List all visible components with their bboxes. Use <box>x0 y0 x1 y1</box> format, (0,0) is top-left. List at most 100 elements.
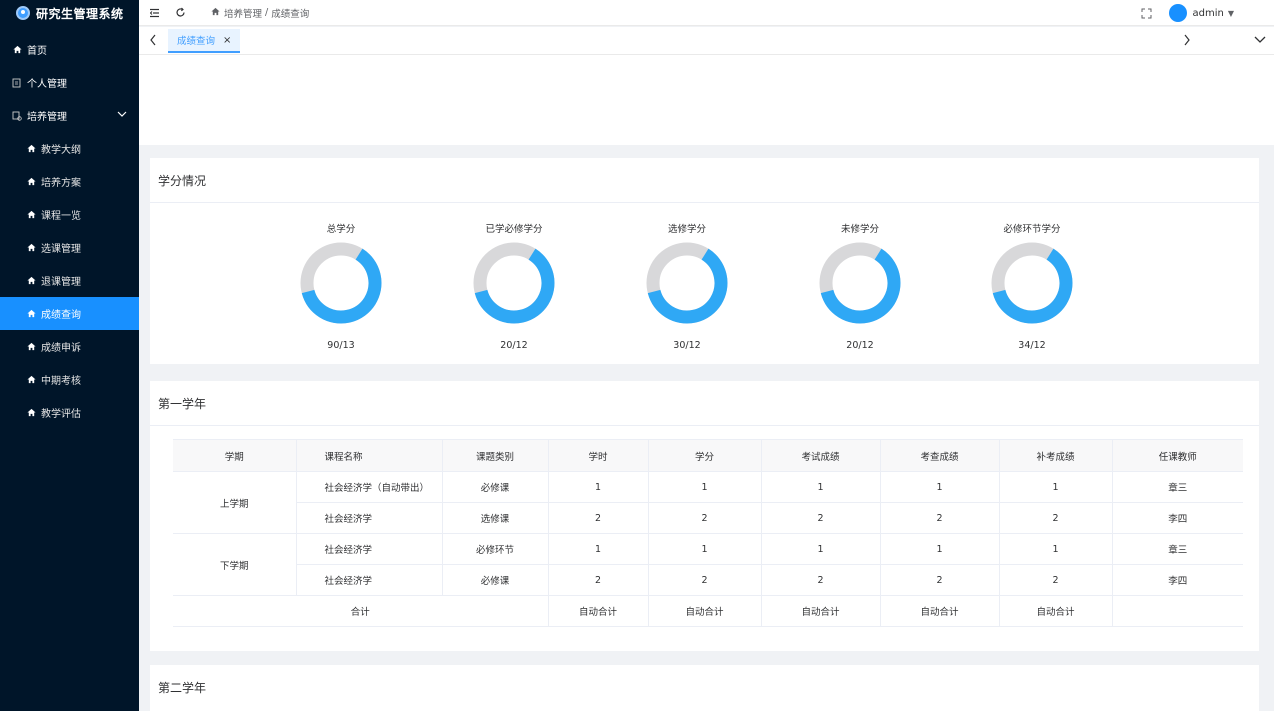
breadcrumb-item[interactable]: 培养管理 <box>224 6 262 20</box>
logo-icon <box>16 6 30 20</box>
column-header: 考查成绩 <box>880 439 1000 472</box>
table-row: 上学期 社会经济学（自动带出） 必修课 1 1 1 1 1 章三 <box>173 471 1243 534</box>
table-cell: 1 <box>761 471 881 503</box>
column-header: 任课教师 <box>1112 439 1243 472</box>
sidebar-item-label: 培养管理 <box>27 112 67 123</box>
donut-label: 未修学分 <box>840 224 879 235</box>
table-cell: 社会经济学 <box>296 502 443 534</box>
table-row: 下学期 社会经济学 必修环节 1 1 1 1 1 章三 <box>173 533 1243 596</box>
donut-value: 20/12 <box>846 340 874 351</box>
donut-label: 必修环节学分 <box>1003 224 1061 235</box>
table-cell: 自动合计 <box>648 595 762 627</box>
menu-fold-icon[interactable] <box>149 7 161 19</box>
app-logo: 研究生管理系统 <box>0 0 139 26</box>
sidebar-item-course-drop[interactable]: 退课管理 <box>0 264 139 297</box>
column-header: 考试成绩 <box>761 439 881 472</box>
refresh-icon[interactable] <box>174 7 186 19</box>
donut-chart <box>473 242 555 324</box>
table-cell: 1 <box>999 533 1113 565</box>
sidebar-item-training-plan[interactable]: 培养方案 <box>0 165 139 198</box>
fullscreen-icon[interactable] <box>1141 7 1153 19</box>
table-cell: 李四 <box>1112 564 1243 596</box>
home-icon <box>26 276 36 286</box>
home-icon <box>26 309 36 319</box>
table-cell: 李四 <box>1112 502 1243 534</box>
avatar[interactable] <box>1168 4 1187 22</box>
table-cell: 1 <box>648 471 762 503</box>
sidebar-item-course-selection[interactable]: 选课管理 <box>0 231 139 264</box>
donut-required-credits: 已学必修学分 20/12 <box>454 204 574 351</box>
card-title: 第二学年 <box>158 681 207 695</box>
username[interactable]: admin <box>1193 8 1224 19</box>
home-icon <box>26 144 36 154</box>
home-icon <box>26 210 36 220</box>
chevron-left-icon[interactable] <box>147 34 159 46</box>
app-title: 研究生管理系统 <box>36 6 124 21</box>
chevron-up-icon[interactable] <box>117 110 127 121</box>
sidebar-item-training[interactable]: 培养管理 <box>0 99 139 132</box>
table-cell: 自动合计 <box>999 595 1113 627</box>
sidebar-item-grade-query[interactable]: 成绩查询 <box>0 297 139 330</box>
sidebar-item-teaching-eval[interactable]: 教学评估 <box>0 396 139 429</box>
sidebar-item-label: 个人管理 <box>27 79 67 90</box>
table-cell: 1 <box>999 471 1113 503</box>
table-row: 社会经济学 选修课 2 2 2 2 2 李四 <box>173 502 1243 534</box>
home-icon <box>26 408 36 418</box>
tabs-bar: 成绩查询 × <box>139 27 1274 55</box>
sidebar-item-syllabus[interactable]: 教学大纲 <box>0 132 139 165</box>
close-icon[interactable]: × <box>223 35 231 46</box>
caret-down-icon[interactable]: ▼ <box>1228 9 1234 18</box>
donut-elective-credits: 选修学分 30/12 <box>627 204 747 351</box>
sidebar-item-home[interactable]: 首页 <box>0 33 139 66</box>
table-cell: 2 <box>648 502 762 534</box>
card-title: 第一学年 <box>150 381 1259 426</box>
sidebar-item-grade-appeal[interactable]: 成绩申诉 <box>0 330 139 363</box>
sidebar-item-label: 中期考核 <box>41 376 81 387</box>
sidebar-item-label: 教学大纲 <box>41 145 81 156</box>
table-cell: 必修课 <box>442 564 549 596</box>
top-bar: 培养管理 / 成绩查询 admin ▼ <box>139 0 1274 26</box>
table-cell: 必修环节 <box>442 533 549 565</box>
donut-label: 总学分 <box>326 224 356 235</box>
sidebar-item-personal[interactable]: 个人管理 <box>0 66 139 99</box>
sidebar-item-label: 退课管理 <box>41 277 81 288</box>
year1-grades-card: 第一学年 学期 课程名称 课题类别 学时 学分 考试成绩 考查成绩 补考成绩 任… <box>150 381 1259 651</box>
table-cell: 2 <box>999 564 1113 596</box>
home-icon <box>26 342 36 352</box>
table-total-row: 合计 自动合计 自动合计 自动合计 自动合计 自动合计 <box>173 595 1243 627</box>
term-cell: 上学期 <box>173 471 297 534</box>
table-cell: 社会经济学 <box>296 533 443 565</box>
table-cell: 章三 <box>1112 533 1243 565</box>
sidebar-item-course-list[interactable]: 课程一览 <box>0 198 139 231</box>
sidebar-item-label: 培养方案 <box>41 178 81 189</box>
table-cell: 1 <box>548 533 649 565</box>
table-cell: 2 <box>999 502 1113 534</box>
donut-unearned-credits: 未修学分 20/12 <box>800 204 920 351</box>
column-header: 补考成绩 <box>999 439 1113 472</box>
table-cell: 2 <box>548 502 649 534</box>
sidebar-item-label: 首页 <box>27 46 47 57</box>
column-header: 学时 <box>548 439 649 472</box>
sidebar-item-midterm[interactable]: 中期考核 <box>0 363 139 396</box>
table-header-row: 学期 课程名称 课题类别 学时 学分 考试成绩 考查成绩 补考成绩 任课教师 <box>173 439 1243 472</box>
page-header-area <box>139 55 1274 145</box>
credit-summary-card: 学分情况 总学分 90/13 已学必修学分 20/12 选修学分 30/12 未… <box>150 158 1259 364</box>
donut-label: 已学必修学分 <box>485 224 543 235</box>
donut-value: 20/12 <box>500 340 528 351</box>
chevron-right-icon[interactable] <box>1181 34 1193 46</box>
table-cell: 1 <box>880 533 1000 565</box>
table-cell: 2 <box>548 564 649 596</box>
tab-label: 成绩查询 <box>177 36 216 47</box>
home-icon <box>211 7 220 19</box>
home-icon <box>26 177 36 187</box>
table-cell: 必修课 <box>442 471 549 503</box>
tab-grade-query[interactable]: 成绩查询 × <box>168 29 241 53</box>
donut-total-credits: 总学分 90/13 <box>281 204 401 351</box>
chevron-down-icon[interactable] <box>1254 34 1266 46</box>
year2-grades-card: 第二学年 <box>150 665 1259 711</box>
sidebar-item-label: 成绩查询 <box>41 310 81 321</box>
column-header: 学期 <box>173 439 297 472</box>
donut-value: 30/12 <box>673 340 701 351</box>
table-cell: 选修课 <box>442 502 549 534</box>
user-area: admin ▼ <box>1141 0 1274 26</box>
